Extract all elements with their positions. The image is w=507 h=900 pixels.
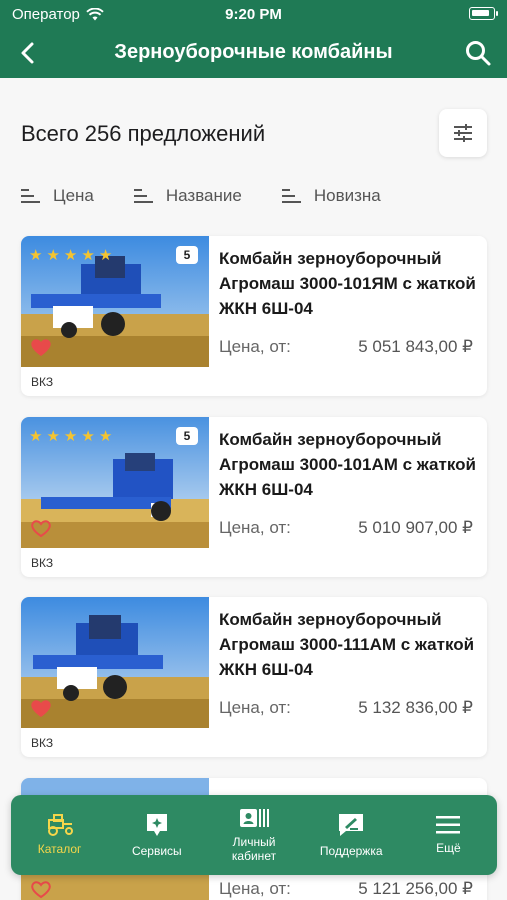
status-bar: Оператор 9:20 PM bbox=[0, 0, 507, 28]
favorite-heart-outline-icon[interactable] bbox=[29, 517, 53, 539]
sort-label: Название bbox=[165, 186, 242, 205]
product-price: 5 132 836,00 ₽ bbox=[358, 698, 473, 717]
price-label: Цена, от: bbox=[219, 337, 291, 356]
filter-sliders-icon bbox=[454, 124, 472, 142]
tab-label: Каталог bbox=[37, 842, 82, 856]
price-label: Цена, от: bbox=[219, 879, 291, 898]
top-bar: Оператор 9:20 PM Зерноуборочные комбайны bbox=[0, 0, 507, 78]
search-icon[interactable] bbox=[463, 38, 493, 68]
back-arrow-icon[interactable] bbox=[14, 38, 44, 68]
star-icon: ★ bbox=[81, 247, 95, 264]
tab-support[interactable]: Поддержка bbox=[303, 795, 400, 875]
sort-label: Цена bbox=[53, 186, 94, 205]
page-title: Зерноуборочные комбайны bbox=[114, 41, 393, 63]
star-icon: ★ bbox=[29, 247, 43, 264]
product-card[interactable]: ВКЗ Комбайн зерноуборочный Агромаш 3000-… bbox=[21, 597, 487, 757]
star-icon: ★ bbox=[63, 428, 78, 445]
tab-label: Ещё bbox=[436, 841, 461, 855]
seller-name: ВКЗ bbox=[31, 375, 54, 389]
product-card[interactable]: ★ ★ ★ ★ ★ 5 ВКЗ Комбайн зерноуборочный А… bbox=[21, 236, 487, 396]
filter-button[interactable] bbox=[439, 109, 487, 157]
seller-name: ВКЗ bbox=[31, 556, 54, 570]
tab-label: Поддержка bbox=[319, 844, 383, 858]
star-icon: ★ bbox=[63, 247, 78, 264]
price-label: Цена, от: bbox=[219, 518, 291, 537]
star-icon: ★ bbox=[46, 428, 60, 445]
sort-by-newness[interactable]: Новизна bbox=[281, 186, 381, 206]
menu-icon bbox=[436, 816, 461, 834]
sort-icon bbox=[21, 189, 40, 203]
star-icon: ★ bbox=[46, 247, 60, 264]
tab-more[interactable]: Ещё bbox=[400, 795, 497, 875]
profile-card-icon bbox=[240, 809, 269, 827]
sort-icon bbox=[281, 189, 301, 203]
battery-icon bbox=[469, 7, 498, 20]
rating-stars: ★ ★ ★ ★ ★ bbox=[29, 427, 112, 445]
product-price: 5 010 907,00 ₽ bbox=[358, 518, 473, 537]
clock: 9:20 PM bbox=[225, 6, 282, 23]
tab-catalog[interactable]: Каталог bbox=[11, 795, 108, 875]
sort-options: Цена Название Новизна bbox=[21, 186, 381, 206]
services-icon bbox=[146, 814, 167, 836]
sort-label: Новизна bbox=[313, 186, 381, 205]
rating-stars: ★ ★ ★ ★ ★ bbox=[29, 246, 112, 264]
sort-by-name[interactable]: Название bbox=[133, 186, 242, 206]
results-count: Всего 256 предложений bbox=[21, 121, 266, 146]
favorite-heart-icon[interactable] bbox=[29, 336, 53, 358]
sort-by-price[interactable]: Цена bbox=[21, 186, 94, 206]
tab-label: Личный кабинет bbox=[231, 835, 277, 863]
header: Зерноуборочные комбайны bbox=[0, 28, 507, 78]
tab-label: Сервисы bbox=[131, 844, 182, 858]
support-chat-icon bbox=[339, 814, 364, 836]
tab-services[interactable]: Сервисы bbox=[108, 795, 205, 875]
star-icon: ★ bbox=[29, 428, 43, 445]
product-price: 5 121 256,00 ₽ bbox=[358, 879, 473, 898]
star-icon: ★ bbox=[98, 428, 113, 445]
product-card[interactable]: ★ ★ ★ ★ ★ 5 ВКЗ Комбайн зерноуборочный А… bbox=[21, 417, 487, 577]
product-name[interactable]: Комбайн зерноуборочный Агромаш 3000-101А… bbox=[219, 427, 477, 502]
favorite-heart-icon[interactable] bbox=[29, 697, 53, 719]
favorite-heart-outline-icon[interactable] bbox=[29, 878, 53, 900]
product-price: 5 051 843,00 ₽ bbox=[358, 337, 473, 356]
star-icon: ★ bbox=[81, 428, 95, 445]
rating-count: 5 bbox=[176, 427, 198, 445]
star-icon: ★ bbox=[98, 247, 113, 264]
rating-count: 5 bbox=[176, 246, 198, 264]
seller-name: ВКЗ bbox=[31, 736, 54, 750]
product-name[interactable]: Комбайн зерноуборочный Агромаш 3000-111А… bbox=[219, 607, 477, 682]
sort-icon bbox=[133, 189, 153, 203]
tractor-icon bbox=[47, 814, 73, 836]
price-label: Цена, от: bbox=[219, 698, 291, 717]
tab-profile[interactable]: Личный кабинет bbox=[205, 795, 302, 875]
product-name[interactable]: Комбайн зерноуборочный Агромаш 3000-101Я… bbox=[219, 246, 477, 321]
bottom-tab-bar: Каталог Сервисы Личный кабинет Поддержка bbox=[11, 795, 497, 875]
catalog-content: Всего 256 предложений Цена Название Нови… bbox=[0, 78, 507, 900]
